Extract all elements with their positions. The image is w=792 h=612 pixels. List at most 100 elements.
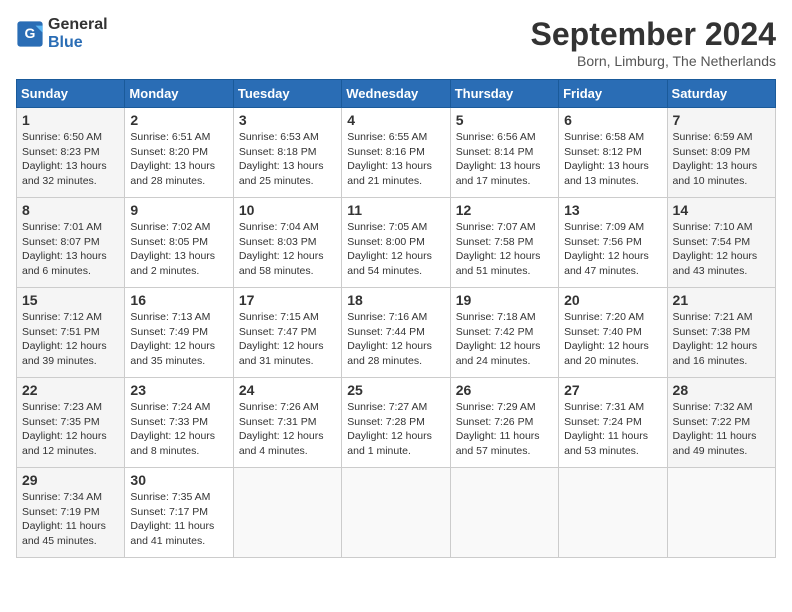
day-info: Sunrise: 7:24 AM Sunset: 7:33 PM Dayligh… xyxy=(130,400,227,459)
day-info: Sunrise: 7:20 AM Sunset: 7:40 PM Dayligh… xyxy=(564,310,661,369)
day-info: Sunrise: 7:15 AM Sunset: 7:47 PM Dayligh… xyxy=(239,310,336,369)
week-row-2: 8 Sunrise: 7:01 AM Sunset: 8:07 PM Daylig… xyxy=(17,198,776,288)
day-info: Sunrise: 7:18 AM Sunset: 7:42 PM Dayligh… xyxy=(456,310,553,369)
day-number: 4 xyxy=(347,112,444,128)
calendar-cell xyxy=(559,468,667,558)
day-number: 24 xyxy=(239,382,336,398)
day-info: Sunrise: 7:23 AM Sunset: 7:35 PM Dayligh… xyxy=(22,400,119,459)
day-number: 16 xyxy=(130,292,227,308)
calendar-cell: 19 Sunrise: 7:18 AM Sunset: 7:42 PM Dayli… xyxy=(450,288,558,378)
day-number: 5 xyxy=(456,112,553,128)
day-info: Sunrise: 7:02 AM Sunset: 8:05 PM Dayligh… xyxy=(130,220,227,279)
day-info: Sunrise: 6:53 AM Sunset: 8:18 PM Dayligh… xyxy=(239,130,336,189)
day-info: Sunrise: 7:31 AM Sunset: 7:24 PM Dayligh… xyxy=(564,400,661,459)
day-info: Sunrise: 6:59 AM Sunset: 8:09 PM Dayligh… xyxy=(673,130,770,189)
calendar-cell: 16 Sunrise: 7:13 AM Sunset: 7:49 PM Dayli… xyxy=(125,288,233,378)
day-number: 19 xyxy=(456,292,553,308)
calendar-cell: 6 Sunrise: 6:58 AM Sunset: 8:12 PM Daylig… xyxy=(559,108,667,198)
calendar-table: SundayMondayTuesdayWednesdayThursdayFrid… xyxy=(16,79,776,558)
week-row-4: 22 Sunrise: 7:23 AM Sunset: 7:35 PM Dayli… xyxy=(17,378,776,468)
calendar-cell: 28 Sunrise: 7:32 AM Sunset: 7:22 PM Dayli… xyxy=(667,378,775,468)
calendar-cell: 20 Sunrise: 7:20 AM Sunset: 7:40 PM Dayli… xyxy=(559,288,667,378)
day-number: 29 xyxy=(22,472,119,488)
day-number: 7 xyxy=(673,112,770,128)
calendar-cell: 24 Sunrise: 7:26 AM Sunset: 7:31 PM Dayli… xyxy=(233,378,341,468)
page-header: G General Blue September 2024 Born, Limb… xyxy=(16,16,776,69)
day-number: 25 xyxy=(347,382,444,398)
calendar-cell: 5Sunrise: 6:56 AM Sunset: 8:14 PM Daylig… xyxy=(450,108,558,198)
day-number: 10 xyxy=(239,202,336,218)
day-info: Sunrise: 7:10 AM Sunset: 7:54 PM Dayligh… xyxy=(673,220,770,279)
calendar-cell: 3 Sunrise: 6:53 AM Sunset: 8:18 PM Daylig… xyxy=(233,108,341,198)
day-info: Sunrise: 7:12 AM Sunset: 7:51 PM Dayligh… xyxy=(22,310,119,369)
calendar-cell: 29 Sunrise: 7:34 AM Sunset: 7:19 PM Dayli… xyxy=(17,468,125,558)
day-number: 13 xyxy=(564,202,661,218)
day-info: Sunrise: 7:13 AM Sunset: 7:49 PM Dayligh… xyxy=(130,310,227,369)
day-header-friday: Friday xyxy=(559,80,667,108)
calendar-cell: 10 Sunrise: 7:04 AM Sunset: 8:03 PM Dayli… xyxy=(233,198,341,288)
calendar-body: 1 Sunrise: 6:50 AM Sunset: 8:23 PM Daylig… xyxy=(17,108,776,558)
day-header-thursday: Thursday xyxy=(450,80,558,108)
days-header-row: SundayMondayTuesdayWednesdayThursdayFrid… xyxy=(17,80,776,108)
calendar-cell xyxy=(667,468,775,558)
day-info: Sunrise: 6:55 AM Sunset: 8:16 PM Dayligh… xyxy=(347,130,444,189)
day-number: 30 xyxy=(130,472,227,488)
week-row-1: 1 Sunrise: 6:50 AM Sunset: 8:23 PM Daylig… xyxy=(17,108,776,198)
calendar-cell: 21Sunrise: 7:21 AM Sunset: 7:38 PM Dayli… xyxy=(667,288,775,378)
day-info: Sunrise: 7:01 AM Sunset: 8:07 PM Dayligh… xyxy=(22,220,119,279)
calendar-cell: 4 Sunrise: 6:55 AM Sunset: 8:16 PM Daylig… xyxy=(342,108,450,198)
day-number: 23 xyxy=(130,382,227,398)
day-header-tuesday: Tuesday xyxy=(233,80,341,108)
week-row-5: 29 Sunrise: 7:34 AM Sunset: 7:19 PM Dayli… xyxy=(17,468,776,558)
calendar-cell: 15 Sunrise: 7:12 AM Sunset: 7:51 PM Dayli… xyxy=(17,288,125,378)
day-info: Sunrise: 7:04 AM Sunset: 8:03 PM Dayligh… xyxy=(239,220,336,279)
day-info: Sunrise: 7:05 AM Sunset: 8:00 PM Dayligh… xyxy=(347,220,444,279)
day-number: 20 xyxy=(564,292,661,308)
day-number: 8 xyxy=(22,202,119,218)
calendar-cell: 22 Sunrise: 7:23 AM Sunset: 7:35 PM Dayli… xyxy=(17,378,125,468)
calendar-cell: 9 Sunrise: 7:02 AM Sunset: 8:05 PM Daylig… xyxy=(125,198,233,288)
month-title: September 2024 xyxy=(531,16,776,53)
calendar-cell: 1 Sunrise: 6:50 AM Sunset: 8:23 PM Daylig… xyxy=(17,108,125,198)
day-info: Sunrise: 7:29 AM Sunset: 7:26 PM Dayligh… xyxy=(456,400,553,459)
logo: G General Blue xyxy=(16,16,108,51)
day-number: 3 xyxy=(239,112,336,128)
calendar-cell: 18Sunrise: 7:16 AM Sunset: 7:44 PM Dayli… xyxy=(342,288,450,378)
day-number: 27 xyxy=(564,382,661,398)
day-number: 22 xyxy=(22,382,119,398)
calendar-cell: 25 Sunrise: 7:27 AM Sunset: 7:28 PM Dayli… xyxy=(342,378,450,468)
day-info: Sunrise: 7:27 AM Sunset: 7:28 PM Dayligh… xyxy=(347,400,444,459)
day-number: 28 xyxy=(673,382,770,398)
logo-text: General Blue xyxy=(48,16,108,51)
calendar-cell: 30 Sunrise: 7:35 AM Sunset: 7:17 PM Dayli… xyxy=(125,468,233,558)
day-info: Sunrise: 7:32 AM Sunset: 7:22 PM Dayligh… xyxy=(673,400,770,459)
day-number: 21 xyxy=(673,292,770,308)
calendar-cell: 2Sunrise: 6:51 AM Sunset: 8:20 PM Daylig… xyxy=(125,108,233,198)
day-number: 14 xyxy=(673,202,770,218)
calendar-cell: 26Sunrise: 7:29 AM Sunset: 7:26 PM Dayli… xyxy=(450,378,558,468)
calendar-cell xyxy=(450,468,558,558)
day-header-saturday: Saturday xyxy=(667,80,775,108)
day-info: Sunrise: 7:35 AM Sunset: 7:17 PM Dayligh… xyxy=(130,490,227,549)
week-row-3: 15 Sunrise: 7:12 AM Sunset: 7:51 PM Dayli… xyxy=(17,288,776,378)
day-info: Sunrise: 7:26 AM Sunset: 7:31 PM Dayligh… xyxy=(239,400,336,459)
calendar-cell xyxy=(233,468,341,558)
calendar-cell: 8 Sunrise: 7:01 AM Sunset: 8:07 PM Daylig… xyxy=(17,198,125,288)
logo-icon: G xyxy=(16,20,44,48)
day-number: 6 xyxy=(564,112,661,128)
day-info: Sunrise: 6:58 AM Sunset: 8:12 PM Dayligh… xyxy=(564,130,661,189)
calendar-cell: 17Sunrise: 7:15 AM Sunset: 7:47 PM Dayli… xyxy=(233,288,341,378)
calendar-cell xyxy=(342,468,450,558)
day-number: 1 xyxy=(22,112,119,128)
calendar-cell: 12Sunrise: 7:07 AM Sunset: 7:58 PM Dayli… xyxy=(450,198,558,288)
calendar-cell: 14 Sunrise: 7:10 AM Sunset: 7:54 PM Dayli… xyxy=(667,198,775,288)
day-info: Sunrise: 7:09 AM Sunset: 7:56 PM Dayligh… xyxy=(564,220,661,279)
day-number: 9 xyxy=(130,202,227,218)
day-number: 15 xyxy=(22,292,119,308)
day-info: Sunrise: 6:50 AM Sunset: 8:23 PM Dayligh… xyxy=(22,130,119,189)
title-block: September 2024 Born, Limburg, The Nether… xyxy=(531,16,776,69)
day-info: Sunrise: 7:07 AM Sunset: 7:58 PM Dayligh… xyxy=(456,220,553,279)
day-info: Sunrise: 7:34 AM Sunset: 7:19 PM Dayligh… xyxy=(22,490,119,549)
svg-text:G: G xyxy=(25,25,36,41)
location: Born, Limburg, The Netherlands xyxy=(531,53,776,69)
